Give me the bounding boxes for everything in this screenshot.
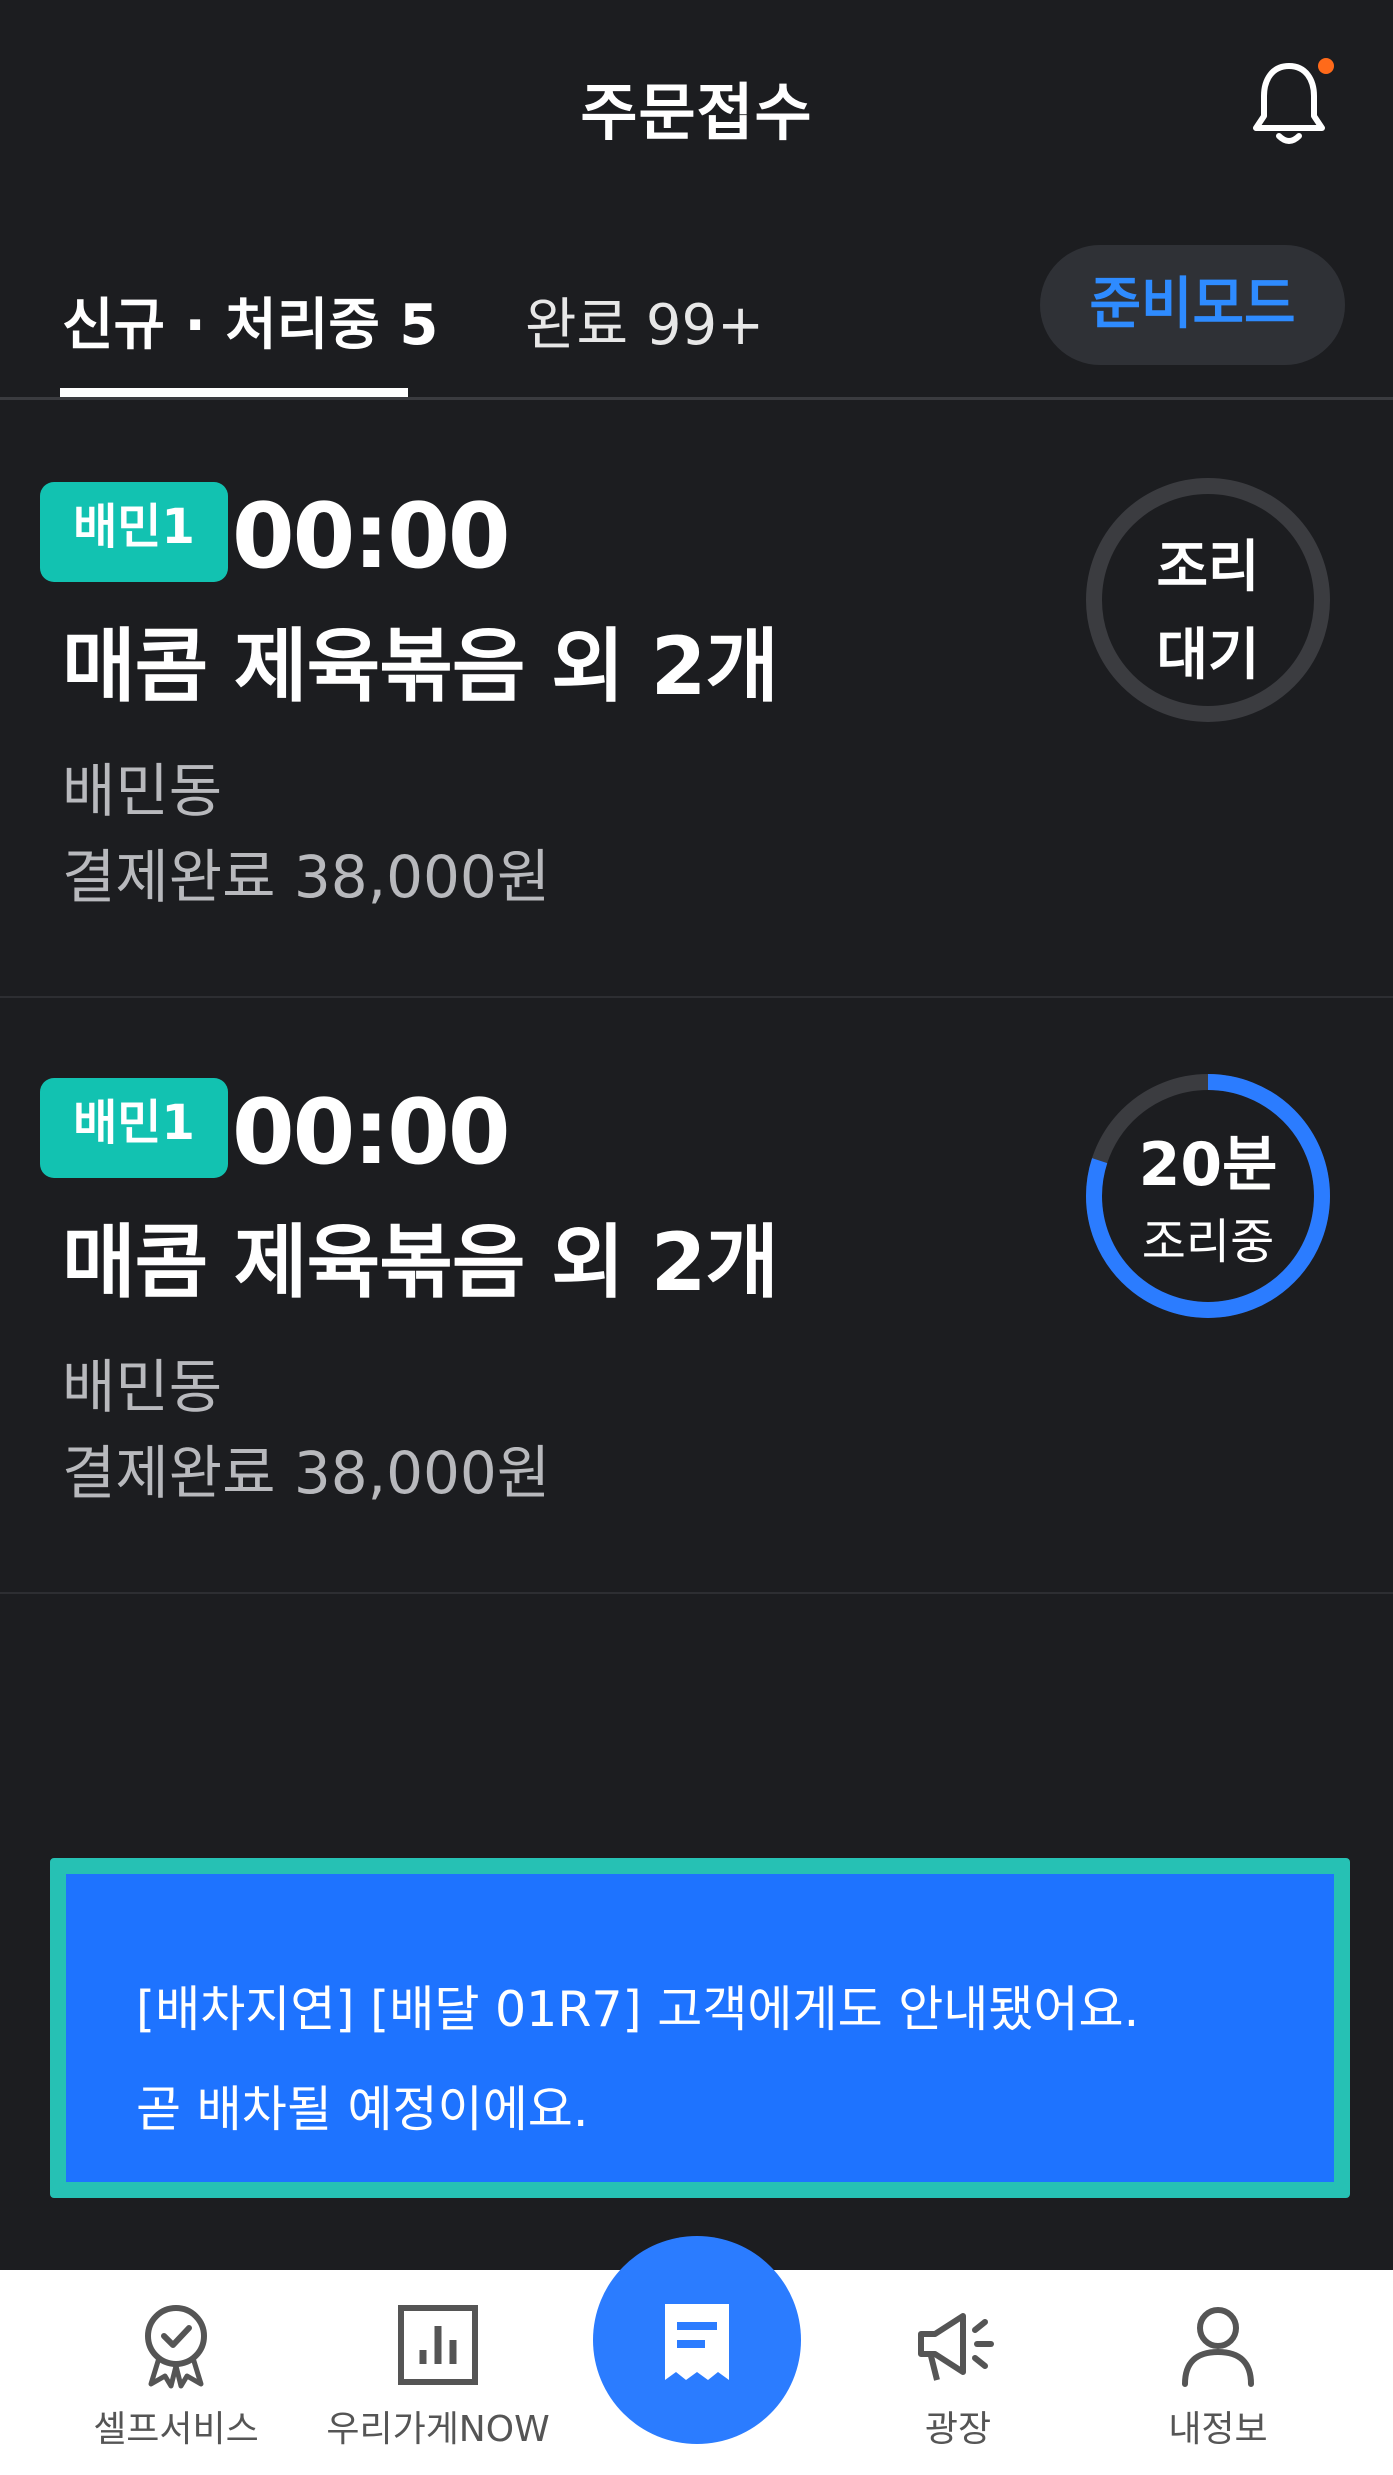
order-tabs: 신규 · 처리중 5 완료 99+ 준비모드 <box>0 230 1393 400</box>
platform-badge: 배민1 <box>40 1078 228 1178</box>
nav-my-info[interactable]: 내정보 <box>1098 2300 1338 2452</box>
notification-dot <box>1318 58 1334 74</box>
order-payment: 결제완료 38,000원 <box>62 843 551 911</box>
toast-message-line2: 곧 배차될 예정이에요. <box>136 2081 589 2138</box>
toast-message-line1: [배차지연] [배달 01R7] 고객에게도 안내됐어요. <box>136 1981 1140 2038</box>
orders-main-button[interactable] <box>593 2236 801 2444</box>
order-menu: 매콤 제육볶음 외 2개 <box>62 1216 779 1309</box>
receipt-icon <box>665 2304 729 2380</box>
tab-completed[interactable]: 완료 99+ <box>525 280 764 361</box>
badge-check-icon <box>145 2305 207 2389</box>
person-icon <box>1182 2307 1254 2387</box>
nav-label: 내정보 <box>1168 2409 1268 2450</box>
status-line1: 20분 <box>1138 1130 1278 1200</box>
order-menu: 매콤 제육볶음 외 2개 <box>62 620 779 713</box>
order-address: 배민동 <box>62 1353 223 1421</box>
prepare-mode-button[interactable]: 준비모드 <box>1040 245 1345 365</box>
page-title: 주문접수 <box>580 76 813 149</box>
nav-self-service[interactable]: 셀프서비스 <box>56 2300 296 2452</box>
nav-label: 셀프서비스 <box>93 2409 259 2450</box>
bell-icon[interactable] <box>1250 58 1328 148</box>
delivery-delay-toast[interactable]: [배차지연] [배달 01R7] 고객에게도 안내됐어요. 곧 배차될 예정이에… <box>50 1858 1350 2198</box>
nav-label: 광장 <box>924 2409 992 2450</box>
order-card[interactable]: 배민1 00:00 매콤 제육볶음 외 2개 배민동 결제완료 38,000원 … <box>0 998 1393 1594</box>
status-line2: 조리중 <box>1141 1214 1275 1270</box>
active-tab-indicator <box>60 388 408 397</box>
nav-our-store-now[interactable]: 우리가게NOW <box>318 2300 558 2452</box>
tab-new-processing[interactable]: 신규 · 처리중 5 <box>62 280 438 361</box>
order-reception-screen: 주문접수 신규 · 처리중 5 완료 99+ 준비모드 배민1 00:00 매콤… <box>0 0 1393 2475</box>
megaphone-icon <box>918 2313 994 2381</box>
status-line2: 대기 <box>1156 623 1260 688</box>
order-payment: 결제완료 38,000원 <box>62 1439 551 1507</box>
order-card[interactable]: 배민1 00:00 매콤 제육볶음 외 2개 배민동 결제완료 38,000원 … <box>0 402 1393 998</box>
order-time: 00:00 <box>232 1080 510 1185</box>
header: 주문접수 <box>0 0 1393 210</box>
nav-plaza[interactable]: 광장 <box>838 2300 1078 2452</box>
platform-badge: 배민1 <box>40 482 228 582</box>
bar-chart-icon <box>398 2305 478 2385</box>
order-address: 배민동 <box>62 757 223 825</box>
nav-label: 우리가게NOW <box>326 2409 550 2450</box>
status-line1: 조리 <box>1156 535 1260 600</box>
order-time: 00:00 <box>232 484 510 589</box>
